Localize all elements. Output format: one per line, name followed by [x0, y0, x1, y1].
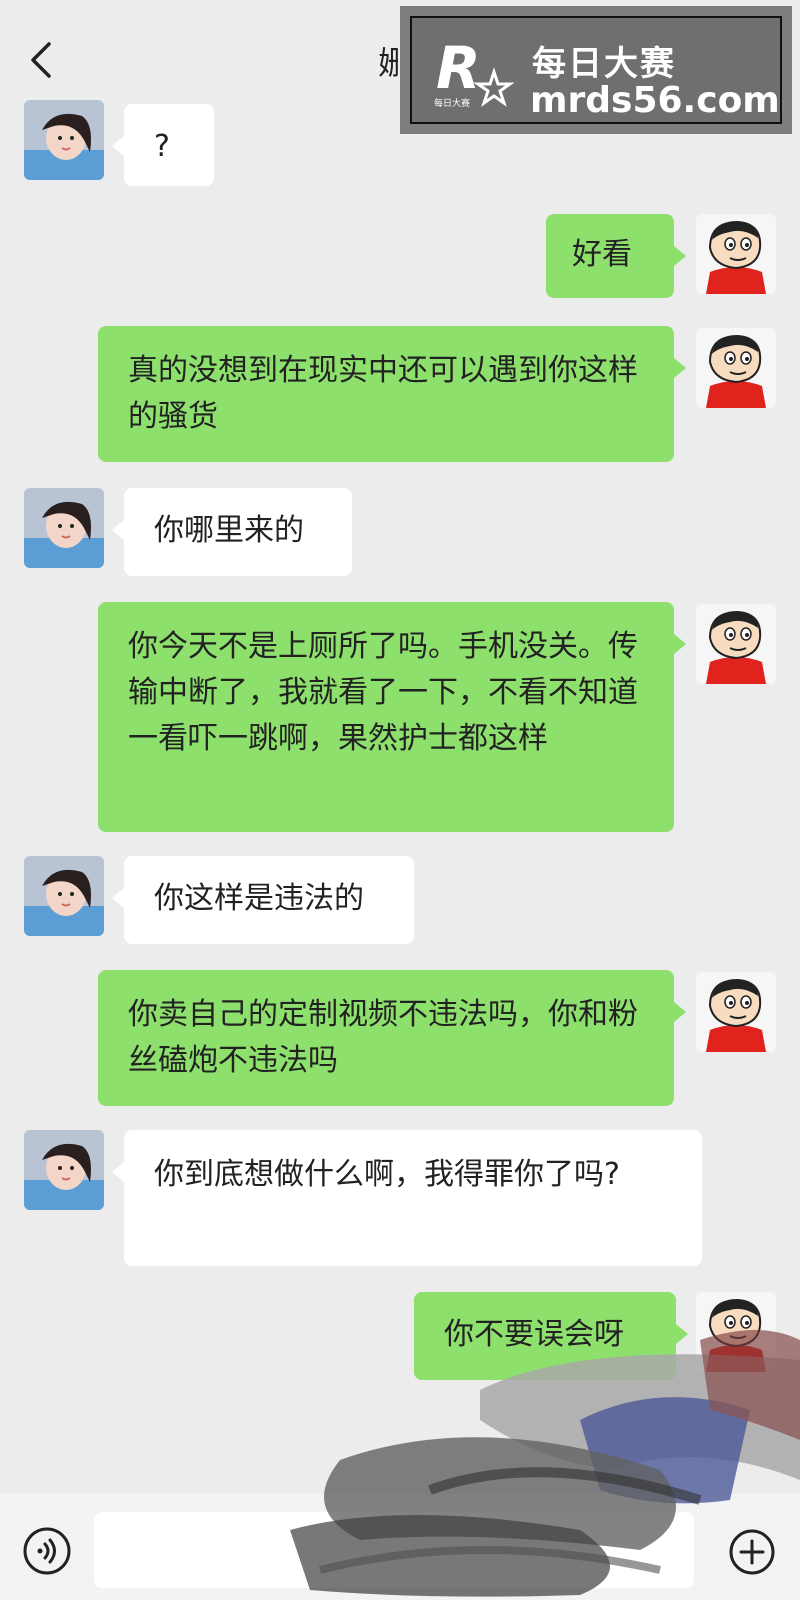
scribble-redaction	[290, 1330, 800, 1597]
contact-avatar[interactable]	[24, 1130, 104, 1210]
message-bubble-sent[interactable]: 你今天不是上厕所了吗。手机没关。传输中断了，我就看了一下，不看不知道一看吓一跳啊…	[98, 602, 686, 832]
watermark-logo: R 每日大赛	[434, 34, 514, 109]
contact-avatar[interactable]	[24, 488, 104, 568]
voice-icon	[23, 1527, 71, 1575]
message-bubble-sent[interactable]: 真的没想到在现实中还可以遇到你这样的骚货	[98, 326, 686, 462]
my-avatar[interactable]	[696, 972, 776, 1052]
watermark-cn-text: 每日大赛	[532, 44, 676, 84]
contact-avatar[interactable]	[24, 100, 104, 180]
my-avatar[interactable]	[696, 604, 776, 684]
watermark-logo-small: 每日大赛	[434, 97, 470, 109]
message-bubble-received[interactable]: 你哪里来的	[112, 488, 352, 576]
message-bubble-received[interactable]: 你到底想做什么啊，我得罪你了吗?	[112, 1130, 702, 1266]
message-bubble-sent[interactable]: 你卖自己的定制视频不违法吗，你和粉丝磕炮不违法吗	[98, 970, 686, 1106]
watermark-url: mrds56.com	[530, 80, 780, 121]
message-bubble-received[interactable]: 你这样是违法的	[112, 856, 414, 944]
message-bubble-received[interactable]: ?	[112, 104, 214, 186]
message-bubble-sent[interactable]: 好看	[546, 214, 686, 298]
watermark-logo-letter: R	[436, 34, 481, 102]
my-avatar[interactable]	[696, 328, 776, 408]
voice-button[interactable]	[22, 1526, 72, 1576]
back-button[interactable]	[26, 40, 56, 80]
watermark-banner: R 每日大赛 每日大赛 mrds56.com	[398, 4, 794, 136]
chevron-left-icon	[31, 42, 51, 78]
watermark-frame: R 每日大赛 每日大赛 mrds56.com	[410, 16, 782, 124]
my-avatar[interactable]	[696, 214, 776, 294]
contact-avatar[interactable]	[24, 856, 104, 936]
